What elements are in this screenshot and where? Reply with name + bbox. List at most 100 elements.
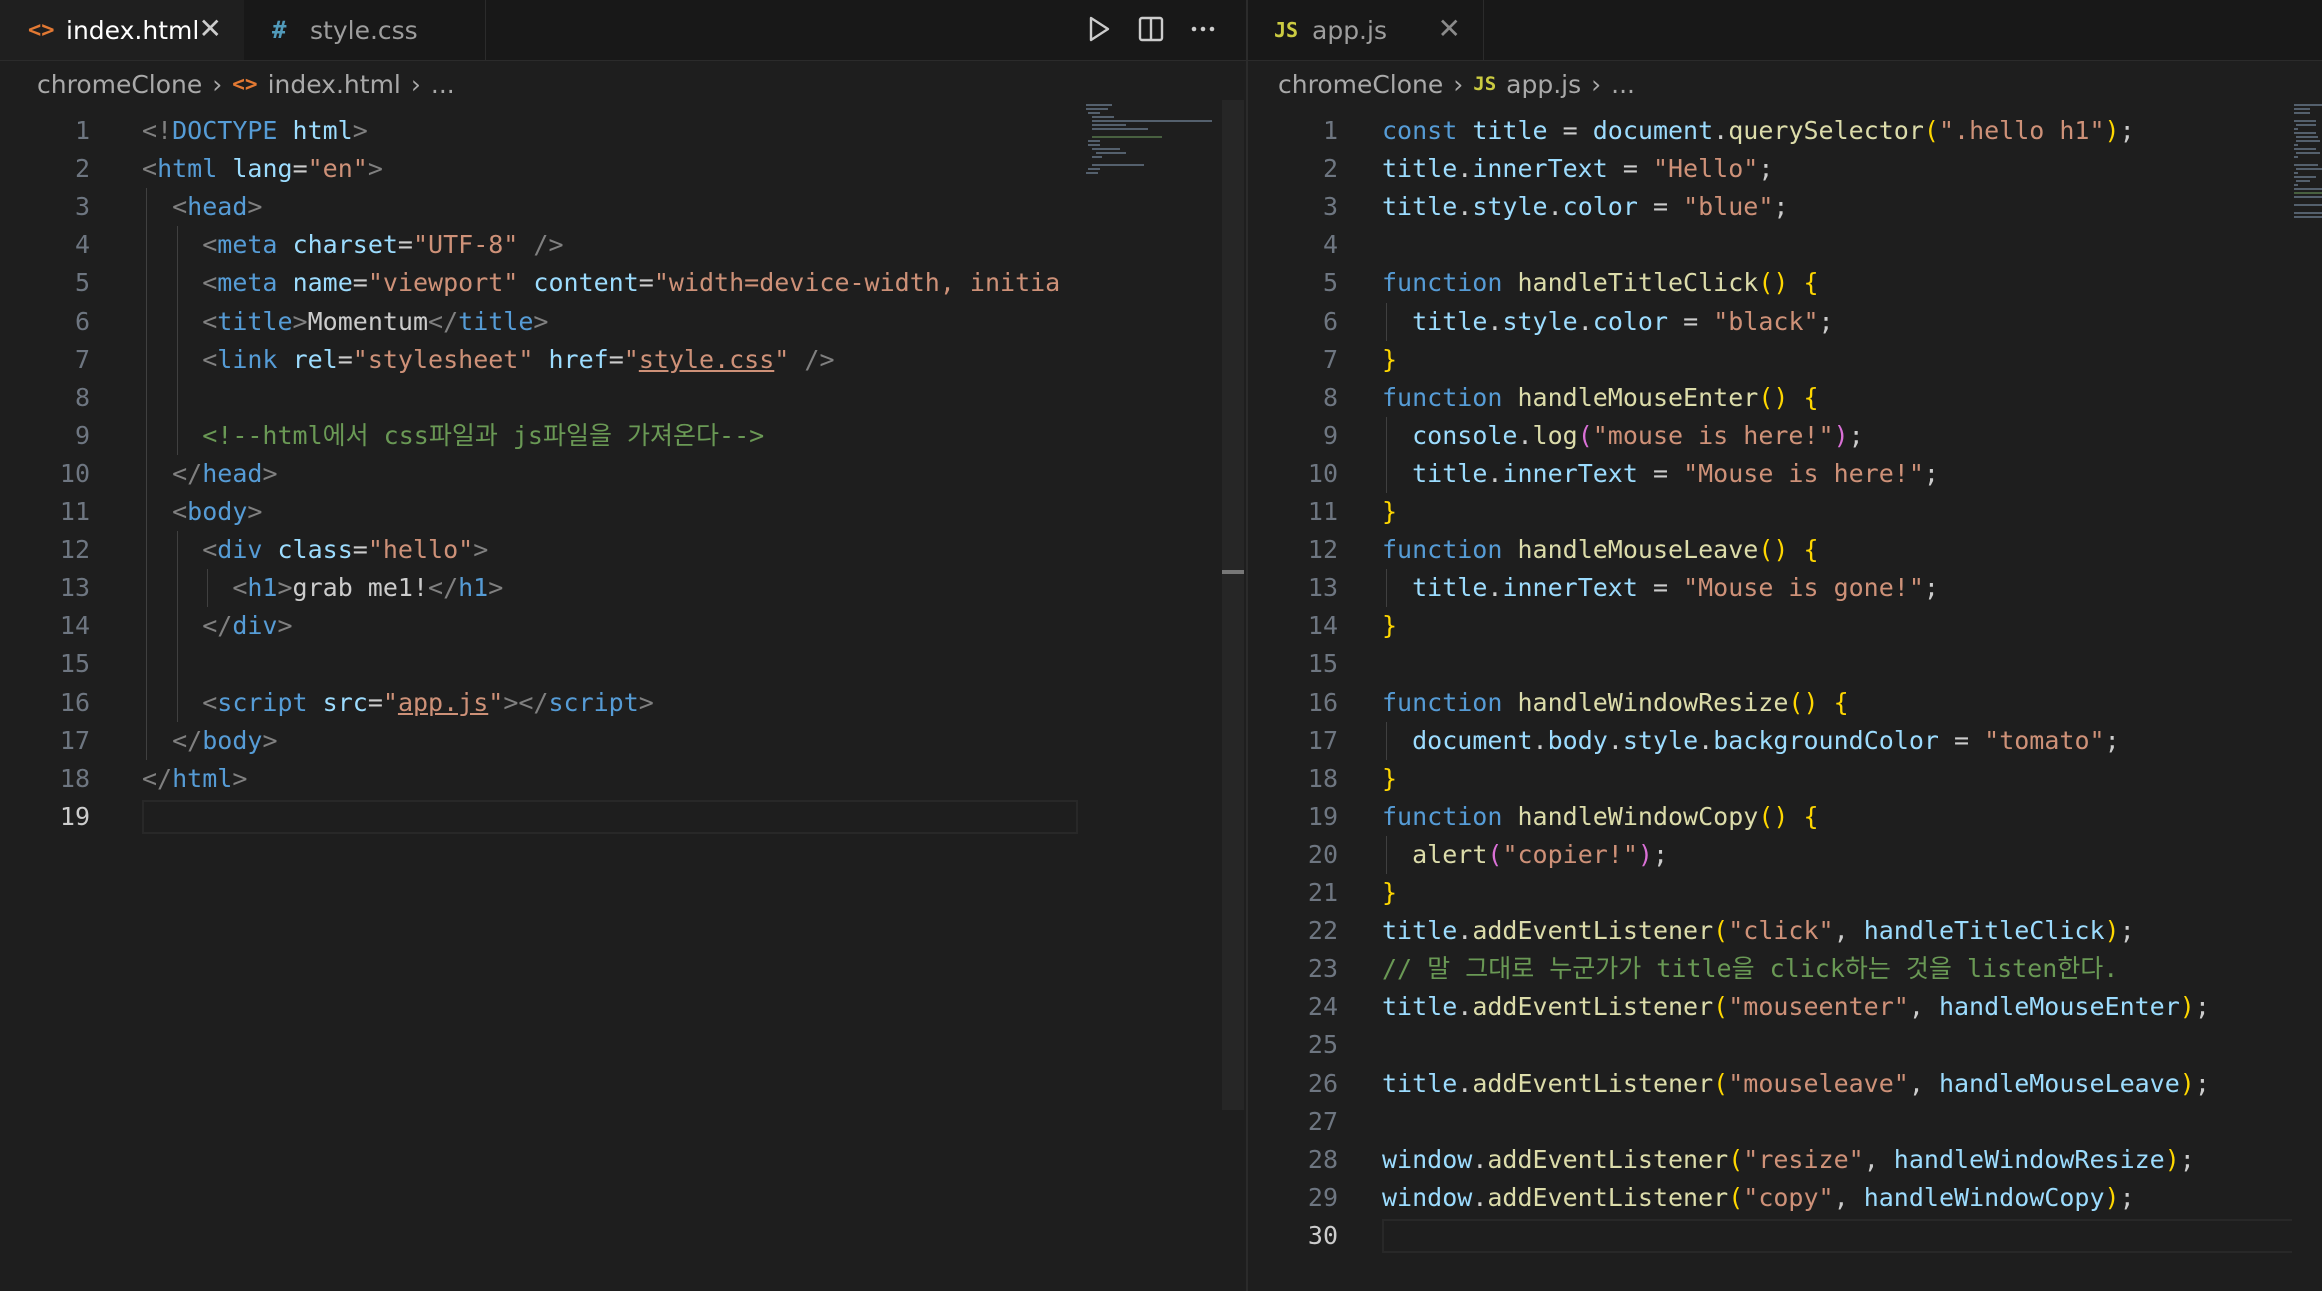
- line-number: 3: [74, 192, 90, 222]
- breadcrumb-folder[interactable]: chromeClone: [1278, 70, 1443, 99]
- code-text: window.addEventListener("copy", handleWi…: [1382, 1182, 2135, 1212]
- run-icon[interactable]: [1082, 12, 1116, 46]
- indent-guide: [1386, 416, 1387, 493]
- line-number: 8: [74, 382, 90, 412]
- code-text: </body>: [172, 725, 278, 755]
- code-text: <script src="app.js"></script>: [202, 687, 654, 717]
- indent-guide: [1386, 569, 1387, 608]
- breadcrumb-file[interactable]: index.html: [268, 70, 401, 99]
- line-number: 8: [1322, 382, 1338, 412]
- line-number: 7: [74, 344, 90, 374]
- line-number: 14: [1307, 611, 1338, 641]
- code-text: <div class="hello">: [202, 535, 489, 565]
- close-icon[interactable]: ✕: [199, 14, 222, 44]
- line-number: 21: [1307, 878, 1338, 907]
- code-text: // 말 그대로 누군가가 title을 click하는 것을 listen한다…: [1382, 954, 2119, 984]
- code-text: title.innerText = "Mouse is gone!";: [1412, 573, 1939, 603]
- line-number: 29: [1307, 1182, 1338, 1212]
- code-text: title.innerText = "Hello";: [1382, 154, 1774, 184]
- code-text: }: [1382, 763, 1398, 793]
- line-number: 10: [59, 458, 90, 488]
- tab-style-css[interactable]: # style.css: [244, 0, 486, 60]
- chevron-right-icon: ›: [1591, 69, 1602, 99]
- left-editor-group: <> index.html ✕ # style.css chromeClone …: [0, 0, 1246, 1291]
- line-number: 9: [74, 420, 90, 450]
- breadcrumb-file[interactable]: app.js: [1506, 70, 1581, 99]
- line-number: 13: [59, 573, 90, 603]
- indent-guide: [1386, 302, 1387, 341]
- breadcrumb-folder[interactable]: chromeClone: [37, 70, 202, 99]
- line-number: 4: [74, 230, 90, 260]
- line-number: 25: [1307, 1030, 1338, 1060]
- right-tab-bar: JS app.js ✕: [1248, 0, 2322, 61]
- scrollbar-position-marker: [1222, 570, 1244, 574]
- left-tab-bar: <> index.html ✕ # style.css: [0, 0, 1246, 61]
- chevron-right-icon: ›: [410, 69, 421, 99]
- code-text: window.addEventListener("resize", handle…: [1382, 1144, 2195, 1174]
- code-editor-html[interactable]: 1 <!DOCTYPE html> 2 <html lang="en"> 3 <head…: [0, 106, 1246, 1291]
- line-number: 12: [1307, 535, 1338, 565]
- code-text: <body>: [172, 497, 263, 526]
- line-number: 22: [1307, 916, 1338, 946]
- line-number: 23: [1307, 954, 1338, 984]
- close-icon[interactable]: ✕: [1438, 14, 1461, 44]
- line-number: 10: [1307, 458, 1338, 488]
- tab-app-js[interactable]: JS app.js ✕: [1248, 0, 1484, 60]
- line-number: 19: [59, 801, 90, 831]
- indent-guide: [207, 569, 209, 608]
- line-number: 14: [59, 611, 90, 641]
- line-number: 9: [1322, 420, 1338, 450]
- current-line-highlight: [142, 799, 1078, 834]
- indent-guide: [1386, 835, 1387, 874]
- tab-label: app.js: [1312, 15, 1387, 45]
- line-number: 30: [1307, 1220, 1338, 1250]
- right-editor-group: JS app.js ✕ chromeClone › JS app.js › ..…: [1248, 0, 2322, 1291]
- line-number: 19: [1307, 801, 1338, 831]
- line-number: 28: [1307, 1144, 1338, 1174]
- line-number: 6: [1322, 306, 1338, 336]
- code-text: <link rel="stylesheet" href="style.css" …: [202, 344, 835, 374]
- js-file-icon: JS: [1473, 73, 1497, 95]
- code-text: <html lang="en">: [142, 154, 383, 184]
- indent-guide: [1386, 721, 1387, 760]
- breadcrumb: chromeClone › <> index.html › ...: [37, 64, 455, 104]
- line-number: 12: [59, 535, 90, 565]
- line-number: 24: [1307, 992, 1338, 1022]
- line-number: 18: [1307, 763, 1338, 793]
- breadcrumb: chromeClone › JS app.js › ...: [1278, 64, 1635, 104]
- line-number: 11: [1307, 497, 1338, 526]
- tab-index-html[interactable]: <> index.html ✕: [0, 0, 244, 60]
- line-number: 5: [74, 268, 90, 298]
- code-text: </html>: [142, 763, 248, 793]
- breadcrumb-more[interactable]: ...: [1611, 70, 1635, 99]
- line-number: 4: [1322, 230, 1338, 260]
- line-number: 5: [1322, 268, 1338, 298]
- code-editor-js[interactable]: 1 const title = document.querySelector(".…: [1248, 106, 2322, 1291]
- more-actions-icon[interactable]: [1186, 12, 1220, 46]
- chevron-right-icon: ›: [1453, 69, 1464, 99]
- code-text: <!DOCTYPE html>: [142, 116, 368, 145]
- code-text: <!--html에서 css파일과 js파일을 가져온다-->: [202, 420, 765, 450]
- split-editor-icon[interactable]: [1134, 12, 1168, 46]
- vertical-scrollbar[interactable]: [1222, 100, 1244, 1291]
- breadcrumb-more[interactable]: ...: [431, 70, 455, 99]
- code-text: title.innerText = "Mouse is here!";: [1412, 458, 1939, 488]
- line-number: 15: [59, 649, 90, 679]
- css-file-icon: #: [272, 16, 287, 44]
- line-number: 6: [74, 306, 90, 336]
- line-number: 1: [74, 116, 90, 145]
- code-text: }: [1382, 344, 1398, 374]
- current-line-highlight: [1382, 1218, 2294, 1253]
- line-number: 11: [59, 497, 90, 526]
- code-text: function handleTitleClick() {: [1382, 268, 1819, 298]
- minimap[interactable]: [2292, 100, 2322, 1291]
- html-file-icon: <>: [232, 72, 258, 96]
- code-text: function handleWindowResize() {: [1382, 687, 1849, 717]
- code-text: document.body.style.backgroundColor = "t…: [1412, 725, 2120, 755]
- line-number: 18: [59, 763, 90, 793]
- scrollbar-thumb[interactable]: [1222, 100, 1244, 1110]
- tab-label: index.html: [66, 15, 200, 45]
- code-text: function handleMouseLeave() {: [1382, 535, 1819, 565]
- code-text: console.log("mouse is here!");: [1412, 420, 1864, 450]
- minimap[interactable]: [1078, 100, 1222, 1291]
